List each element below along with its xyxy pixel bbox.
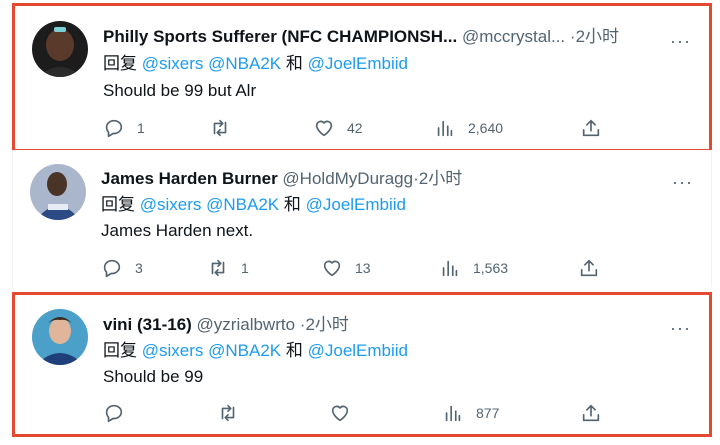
user-handle[interactable]: @HoldMyDuragg [282,169,413,188]
views-icon [442,260,458,277]
retweet-icon [221,404,235,422]
retweet-button[interactable]: 1 [207,257,249,279]
action-bar: 1 42 2,640 [103,117,709,141]
views-count: 877 [476,405,500,421]
user-handle[interactable]: @mccrystal... [462,27,565,46]
action-bar: 877 [103,402,709,426]
display-name[interactable]: James Harden Burner [101,169,278,188]
views-icon [437,120,453,137]
like-count: 13 [355,260,371,276]
mention-link[interactable]: @sixers [142,54,204,73]
display-name[interactable]: vini (31-16) [103,315,192,334]
timestamp[interactable]: 2小时 [576,27,619,46]
share-button[interactable] [580,402,602,424]
reply-prefix: 回复 [103,341,137,360]
mention-link[interactable]: @JoelEmbiid [306,195,406,214]
like-icon [331,405,349,422]
tweet-header: vini (31-16) @yzrialbwrto ·2小时 [103,314,349,336]
like-count: 42 [347,120,363,136]
tweet-header: James Harden Burner @HoldMyDuragg·2小时 [101,168,462,190]
reply-icon [103,259,121,278]
share-icon [582,119,600,137]
views-icon [445,405,461,422]
timestamp[interactable]: 2小时 [305,315,348,334]
mention-link[interactable]: @JoelEmbiid [308,54,408,73]
mention-link[interactable]: @sixers [140,195,202,214]
avatar[interactable] [32,21,88,77]
share-button[interactable] [580,117,602,139]
reply-context: 回复 @sixers @NBA2K 和 @JoelEmbiid [103,340,408,362]
tweet[interactable]: James Harden Burner @HoldMyDuragg·2小时 ··… [12,150,712,287]
more-icon[interactable]: ··· [672,173,693,191]
timestamp[interactable]: 2小时 [419,169,462,188]
action-bar: 3 1 13 1,563 [101,257,711,281]
retweet-count: 1 [241,260,249,276]
user-handle[interactable]: @yzrialbwrto [197,315,296,334]
reply-prefix: 回复 [101,195,135,214]
mention-link[interactable]: @NBA2K [206,195,279,214]
reply-count: 1 [137,120,145,136]
mention-link[interactable]: @NBA2K [208,54,281,73]
reply-button[interactable]: 3 [101,257,143,279]
tweet[interactable]: vini (31-16) @yzrialbwrto ·2小时 ··· 回复 @s… [12,292,712,437]
views-button[interactable]: 877 [442,402,499,424]
reply-and: 和 [285,341,303,360]
tweet-text: Should be 99 but Alr [103,81,257,100]
tweet-text: James Harden next. [101,221,254,240]
reply-icon [105,404,123,423]
like-icon [323,260,341,277]
views-button[interactable]: 1,563 [439,257,508,279]
like-button[interactable]: 42 [313,117,363,139]
reply-prefix: 回复 [103,54,137,73]
reply-count: 3 [135,260,143,276]
retweet-button[interactable] [217,402,251,424]
share-icon [580,259,598,277]
views-count: 1,563 [473,260,509,276]
reply-context: 回复 @sixers @NBA2K 和 @JoelEmbiid [101,194,406,216]
views-count: 2,640 [468,120,504,136]
reply-context: 回复 @sixers @NBA2K 和 @JoelEmbiid [103,53,408,75]
mention-link[interactable]: @JoelEmbiid [308,341,408,360]
retweet-icon [213,119,227,137]
share-icon [582,404,600,422]
retweet-icon [211,259,225,277]
share-button[interactable] [578,257,600,279]
views-button[interactable]: 2,640 [434,117,503,139]
display-name[interactable]: Philly Sports Sufferer (NFC CHAMPIONSH..… [103,27,457,46]
reply-button[interactable] [103,402,137,424]
reply-button[interactable]: 1 [103,117,145,139]
tweet-text: Should be 99 [103,367,204,386]
avatar[interactable] [30,164,86,220]
more-icon[interactable]: ··· [670,32,691,50]
reply-icon [105,119,123,138]
like-icon [315,120,333,137]
mention-link[interactable]: @sixers [142,341,204,360]
mention-link[interactable]: @NBA2K [208,341,281,360]
retweet-button[interactable] [209,117,243,139]
reply-and: 和 [283,195,301,214]
more-icon[interactable]: ··· [670,319,691,337]
like-button[interactable] [329,402,363,424]
tweet-header: Philly Sports Sufferer (NFC CHAMPIONSH..… [103,26,619,48]
like-button[interactable]: 13 [321,257,371,279]
avatar[interactable] [32,309,88,365]
tweet[interactable]: Philly Sports Sufferer (NFC CHAMPIONSH..… [12,3,712,152]
reply-and: 和 [285,54,303,73]
